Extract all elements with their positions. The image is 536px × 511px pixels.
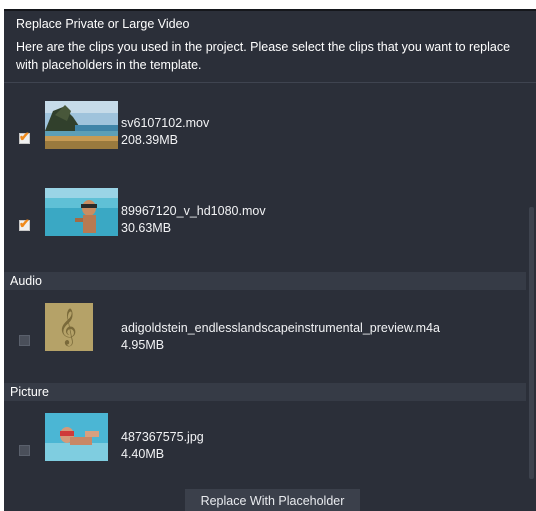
top-border xyxy=(4,9,536,11)
clip-checkbox[interactable] xyxy=(19,445,30,456)
clip-filesize: 4.40MB xyxy=(121,447,165,461)
dialog-title: Replace Private or Large Video xyxy=(16,17,190,31)
replace-dialog: Replace Private or Large Video Here are … xyxy=(4,9,536,511)
clip-checkbox[interactable]: ✔ xyxy=(19,129,30,144)
section-header-picture: Picture xyxy=(4,383,526,401)
clip-filename: adigoldstein_endlesslandscapeinstrumenta… xyxy=(121,321,440,335)
underwater-diver-thumbnail xyxy=(45,413,108,461)
list-item[interactable]: 𝄞 adigoldstein_endlesslandscapeinstrumen… xyxy=(4,303,526,373)
treble-clef-icon: 𝄞 xyxy=(45,303,93,351)
treble-clef-glyph: 𝄞 xyxy=(58,307,77,345)
clip-filesize: 208.39MB xyxy=(121,133,178,147)
clip-filesize: 30.63MB xyxy=(121,221,172,235)
clip-filename: sv6107102.mov xyxy=(121,116,210,130)
replace-with-placeholder-button[interactable]: Replace With Placeholder xyxy=(185,489,360,511)
section-header-audio: Audio xyxy=(4,272,526,290)
clip-filename: 487367575.jpg xyxy=(121,430,204,444)
clip-list[interactable]: ✔ sv6107102.mov 208.39MB ✔ 89967120_v_hd… xyxy=(4,83,536,483)
dialog-footer: Replace With Placeholder xyxy=(4,483,536,511)
list-item[interactable]: 487367575.jpg 4.40MB xyxy=(4,413,526,483)
beach-coast-thumbnail xyxy=(45,101,118,149)
scrollbar-track[interactable] xyxy=(527,83,535,483)
checkmark-icon: ✔ xyxy=(19,216,30,231)
clip-checkbox[interactable]: ✔ xyxy=(19,216,30,231)
clip-filename: 89967120_v_hd1080.mov xyxy=(121,204,266,218)
list-item[interactable]: ✔ sv6107102.mov 208.39MB xyxy=(4,101,526,171)
dialog-instruction: Here are the clips you used in the proje… xyxy=(16,40,511,72)
scrollbar-thumb[interactable] xyxy=(529,207,534,479)
checkmark-icon: ✔ xyxy=(19,129,30,144)
list-item[interactable]: ✔ 89967120_v_hd1080.mov 30.63MB xyxy=(4,188,526,258)
clip-filesize: 4.95MB xyxy=(121,338,165,352)
clip-checkbox[interactable] xyxy=(19,335,30,346)
snorkel-selfie-thumbnail xyxy=(45,188,118,236)
